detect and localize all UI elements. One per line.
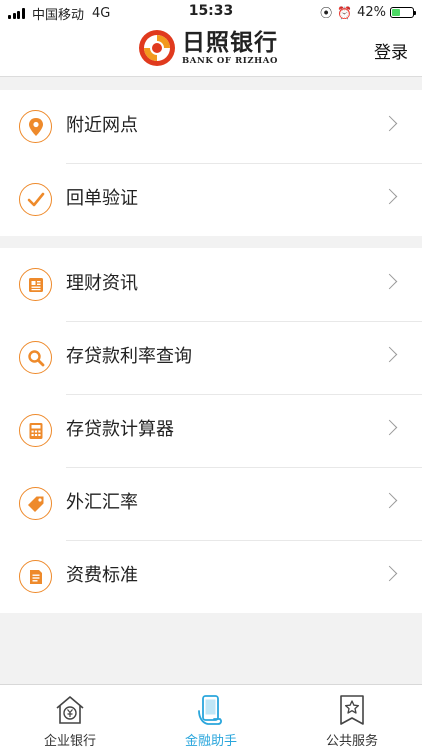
menu-group-1: 附近网点 回单验证 bbox=[0, 90, 422, 236]
chevron-right-icon bbox=[381, 273, 398, 290]
location-pin-icon bbox=[19, 110, 52, 143]
logo-text: 日照银行 BANK OF RIZHAO bbox=[182, 28, 278, 67]
chevron-right-icon bbox=[381, 346, 398, 363]
tab-label: 金融助手 bbox=[184, 734, 237, 749]
menu-item-label: 外汇汇率 bbox=[66, 492, 138, 513]
chevron-right-icon bbox=[381, 419, 398, 436]
bank-logo: 日照银行 BANK OF RIZHAO bbox=[137, 28, 278, 68]
newspaper-icon bbox=[19, 268, 52, 301]
menu-item-wealth-news[interactable]: 理财资讯 bbox=[0, 248, 422, 321]
tab-financial-assistant[interactable]: 金融助手 bbox=[141, 685, 281, 750]
menu-item-label: 理财资讯 bbox=[66, 273, 138, 294]
menu-item-exchange-rate[interactable]: 外汇汇率 bbox=[0, 467, 422, 540]
calculator-icon bbox=[19, 414, 52, 447]
battery-percent: 42% bbox=[357, 5, 386, 20]
logo-english: BANK OF RIZHAO bbox=[182, 55, 278, 66]
battery-icon bbox=[390, 7, 416, 18]
chevron-right-icon bbox=[381, 565, 398, 582]
star-bookmark-icon bbox=[340, 695, 364, 725]
menu-item-fee-standards[interactable]: 资费标准 bbox=[0, 540, 422, 613]
login-button[interactable]: 登录 bbox=[374, 38, 408, 63]
bank-logo-icon bbox=[139, 30, 175, 66]
alarm-icon: ⏰ bbox=[337, 5, 353, 20]
document-icon bbox=[19, 560, 52, 593]
price-tag-icon bbox=[19, 487, 52, 520]
menu-item-receipt-verification[interactable]: 回单验证 bbox=[0, 163, 422, 236]
menu-item-label: 存贷款计算器 bbox=[66, 419, 174, 440]
checkmark-icon bbox=[19, 183, 52, 216]
menu-item-interest-rate-query[interactable]: 存贷款利率查询 bbox=[0, 321, 422, 394]
tab-label: 公共服务 bbox=[325, 734, 378, 749]
phone-hand-icon bbox=[198, 695, 222, 725]
status-right: ⦿ ⏰ 42% bbox=[320, 4, 416, 21]
logo-chinese: 日照银行 bbox=[182, 28, 278, 56]
chevron-right-icon bbox=[381, 188, 398, 205]
menu-item-label: 回单验证 bbox=[66, 188, 138, 209]
tab-corporate-banking[interactable]: 企业银行 bbox=[0, 685, 140, 750]
menu-item-nearby-branches[interactable]: 附近网点 bbox=[0, 90, 422, 163]
status-bar: 中国移动 4G 15:33 ⦿ ⏰ 42% bbox=[0, 0, 422, 23]
menu-item-label: 存贷款利率查询 bbox=[66, 346, 192, 367]
search-icon bbox=[19, 341, 52, 374]
menu-group-2: 理财资讯 存贷款利率查询 存贷款计算器 外汇汇率 资费标准 bbox=[0, 248, 422, 613]
menu-item-label: 附近网点 bbox=[66, 115, 138, 136]
rotation-lock-icon: ⦿ bbox=[320, 6, 333, 20]
tab-bar: 企业银行 金融助手 公共服务 bbox=[0, 684, 422, 750]
house-yen-icon bbox=[56, 696, 84, 724]
header: 日照银行 BANK OF RIZHAO 登录 bbox=[0, 22, 422, 77]
tab-public-services[interactable]: 公共服务 bbox=[282, 685, 422, 750]
battery-fill bbox=[392, 9, 401, 16]
chevron-right-icon bbox=[381, 492, 398, 509]
menu-item-label: 资费标准 bbox=[66, 565, 138, 586]
chevron-right-icon bbox=[381, 115, 398, 132]
menu-item-loan-calculator[interactable]: 存贷款计算器 bbox=[0, 394, 422, 467]
tab-label: 企业银行 bbox=[43, 734, 96, 749]
